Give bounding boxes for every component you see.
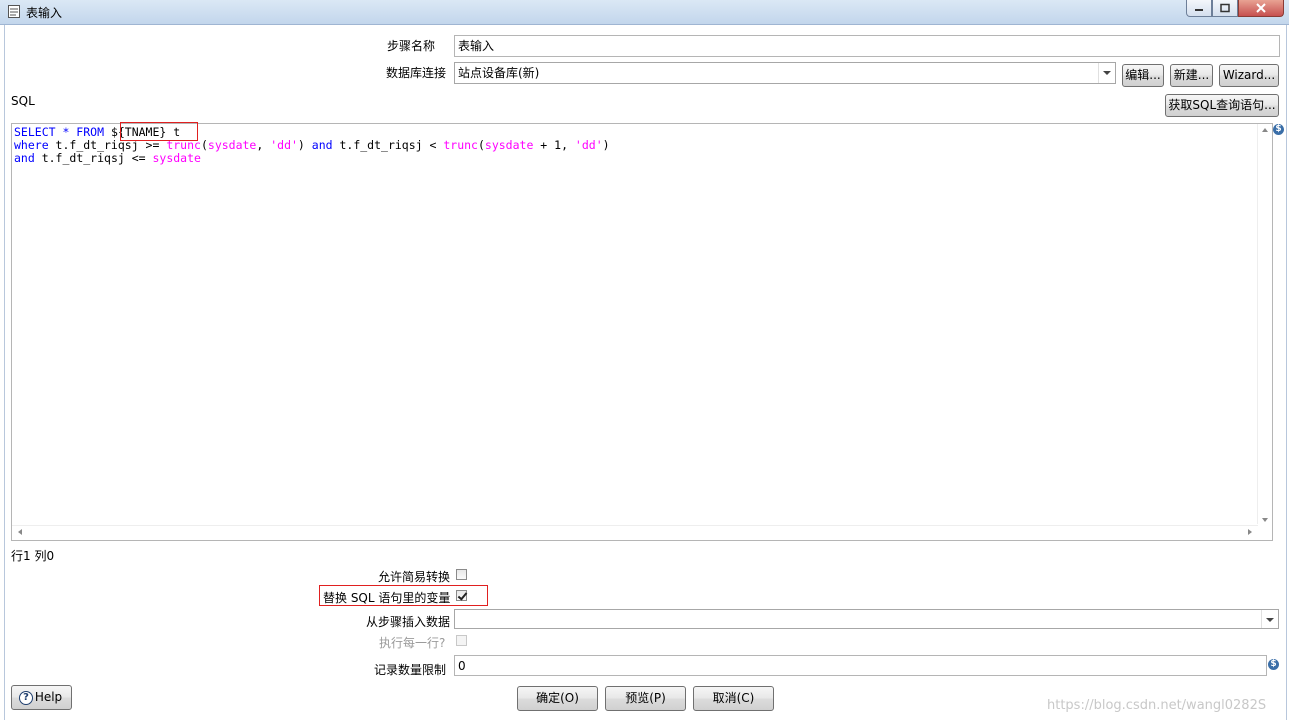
chevron-down-icon[interactable] xyxy=(1098,63,1115,83)
db-connection-value: 站点设备库(新) xyxy=(458,66,540,80)
replace-vars-checkbox[interactable] xyxy=(456,590,467,601)
step-name-label: 步骤名称 xyxy=(387,39,436,53)
tname-highlight-box xyxy=(120,122,198,141)
sql-code[interactable]: SELECT * FROM ${TNAME} t where t.f_dt_ri… xyxy=(14,126,610,165)
preview-button[interactable]: 预览(P) xyxy=(605,686,686,711)
scroll-down-icon[interactable] xyxy=(1262,518,1268,522)
close-button[interactable] xyxy=(1238,0,1284,17)
scroll-left-icon[interactable] xyxy=(18,529,22,535)
db-connection-label: 数据库连接 xyxy=(386,66,447,80)
help-button[interactable]: ? Help xyxy=(11,685,72,710)
ok-button[interactable]: 确定(O) xyxy=(517,686,598,711)
execute-each-row-label: 执行每一行? xyxy=(379,636,446,650)
scroll-right-icon[interactable] xyxy=(1248,529,1252,535)
lazy-conversion-checkbox[interactable] xyxy=(456,569,467,580)
table-input-icon xyxy=(8,5,20,18)
variable-icon[interactable]: $ xyxy=(1268,659,1279,670)
execute-each-row-checkbox[interactable] xyxy=(456,635,467,646)
close-icon xyxy=(1256,3,1266,13)
variable-icon[interactable]: $ xyxy=(1273,124,1284,135)
replace-vars-label: 替换 SQL 语句里的变量 xyxy=(323,591,451,605)
limit-input[interactable]: 0 xyxy=(454,655,1267,676)
scroll-up-icon[interactable] xyxy=(1262,128,1268,132)
sql-editor[interactable]: SELECT * FROM ${TNAME} t where t.f_dt_ri… xyxy=(11,122,1273,541)
cancel-button[interactable]: 取消(C) xyxy=(693,686,774,711)
insert-from-step-label: 从步骤插入数据 xyxy=(366,615,451,629)
get-sql-button[interactable]: 获取SQL查询语句... xyxy=(1165,94,1279,117)
vertical-scrollbar[interactable] xyxy=(1257,124,1272,524)
chevron-down-icon[interactable] xyxy=(1261,610,1278,628)
new-connection-button[interactable]: 新建... xyxy=(1170,64,1213,87)
watermark: https://blog.csdn.net/wangl0282S xyxy=(1047,698,1267,713)
maximize-button[interactable] xyxy=(1212,0,1238,17)
dialog-content: 步骤名称 表输入 数据库连接 站点设备库(新) 编辑... 新建... Wiza… xyxy=(4,25,1287,720)
sql-label: SQL xyxy=(11,94,35,108)
window-title: 表输入 xyxy=(26,6,63,20)
sql-line-3: and t.f_dt_riqsj <= sysdate xyxy=(14,151,201,165)
insert-from-step-select[interactable] xyxy=(454,609,1279,629)
edit-connection-button[interactable]: 编辑... xyxy=(1122,64,1164,87)
question-icon: ? xyxy=(19,691,33,705)
horizontal-scrollbar[interactable] xyxy=(12,525,1258,540)
help-button-label: Help xyxy=(34,690,63,704)
cursor-position: 行1 列0 xyxy=(11,549,55,563)
limit-label: 记录数量限制 xyxy=(374,663,447,677)
minimize-icon xyxy=(1195,9,1203,11)
step-name-input[interactable]: 表输入 xyxy=(454,35,1280,57)
sql-line-2: where t.f_dt_riqsj >= trunc(sysdate, 'dd… xyxy=(14,138,610,152)
minimize-button[interactable] xyxy=(1186,0,1212,17)
title-bar: 表输入 xyxy=(0,0,1289,25)
lazy-conversion-label: 允许简易转换 xyxy=(378,570,451,584)
wizard-button[interactable]: Wizard... xyxy=(1219,64,1279,87)
db-connection-select[interactable]: 站点设备库(新) xyxy=(454,62,1116,84)
maximize-icon xyxy=(1220,3,1230,13)
